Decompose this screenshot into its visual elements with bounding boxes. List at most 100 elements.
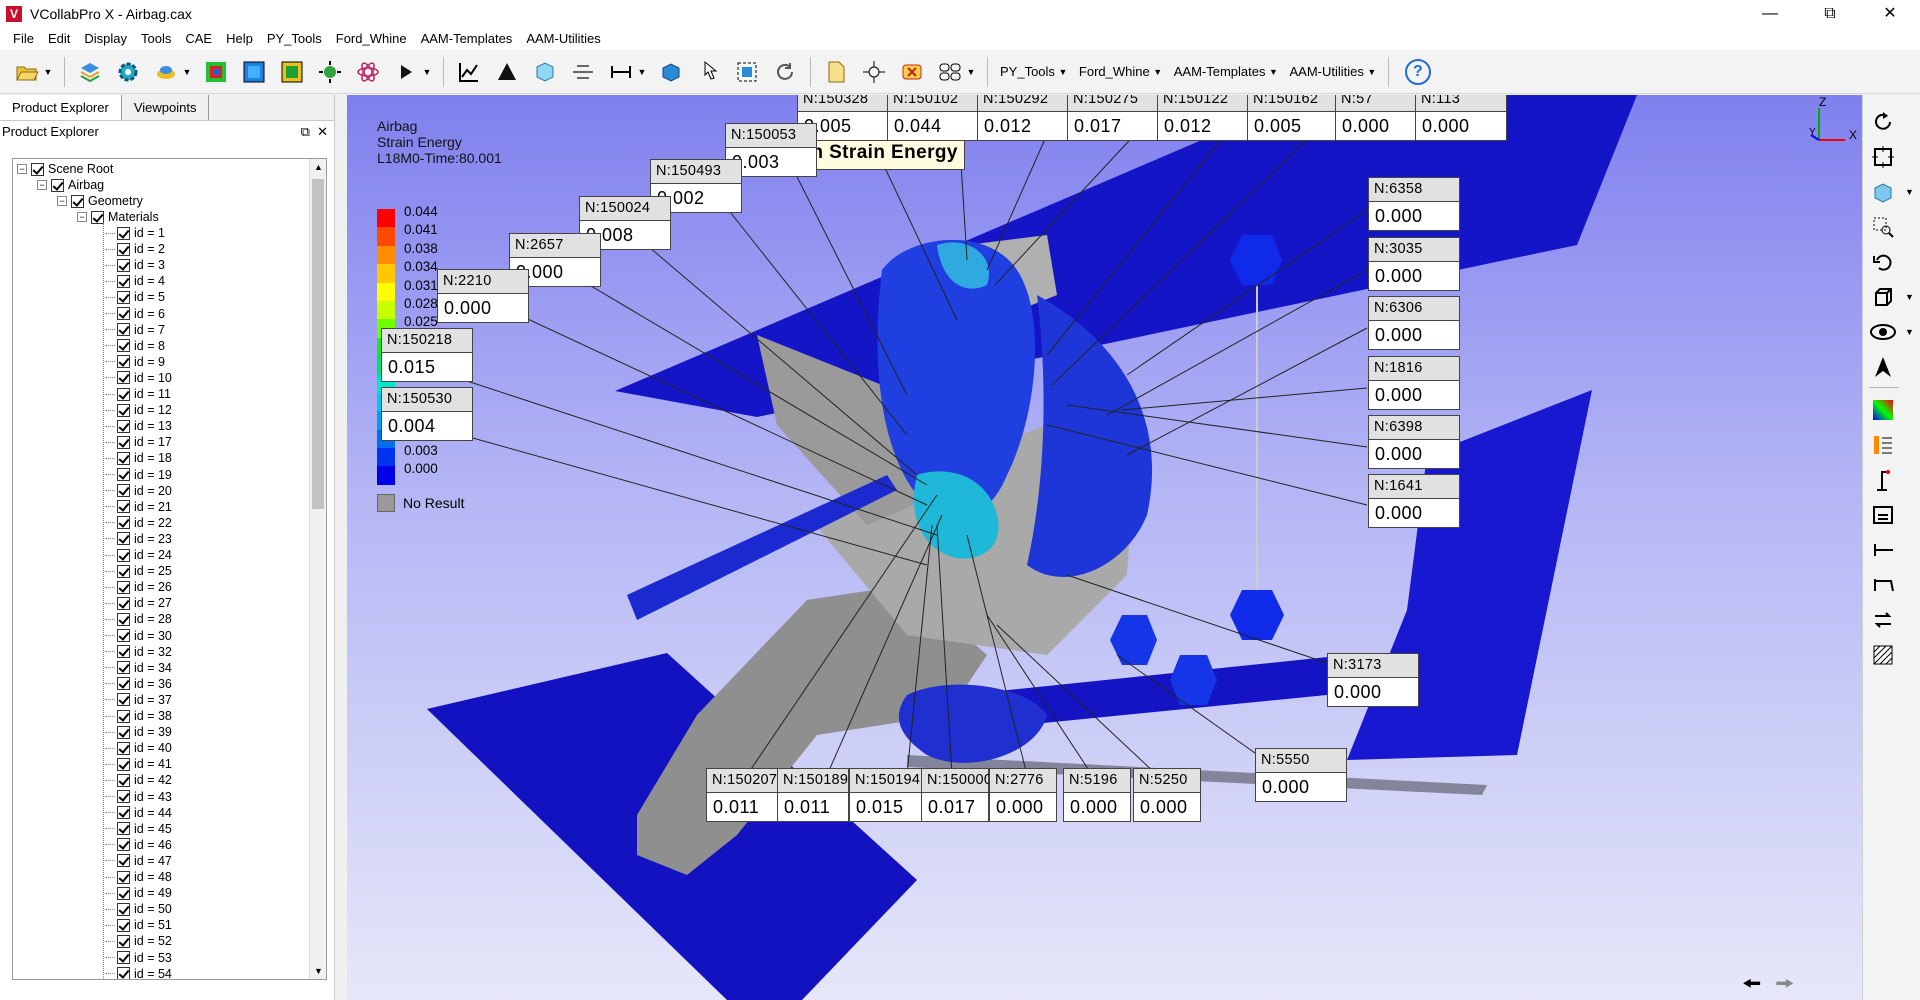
tree-node-material[interactable]: id = 53 [105, 950, 172, 966]
tree-node-material[interactable]: id = 6 [105, 306, 165, 322]
node-probe-label[interactable]: N:1641 0.000 [1368, 474, 1460, 528]
tree-node-material[interactable]: id = 52 [105, 933, 172, 949]
iso-view-icon[interactable] [1863, 175, 1903, 209]
xy-plot-icon[interactable] [454, 57, 484, 87]
menu-tools[interactable]: Tools [134, 28, 178, 50]
node-probe-label[interactable]: N:150189 0.011 [777, 768, 849, 822]
contour-icon[interactable] [201, 57, 231, 87]
checkbox[interactable] [117, 629, 130, 642]
tree-node-material[interactable]: id = 24 [105, 547, 172, 563]
probe-marker-icon[interactable] [1863, 463, 1903, 497]
zoom-box-icon[interactable] [1863, 210, 1903, 244]
tab-product-explorer[interactable]: Product Explorer [0, 95, 122, 120]
node-probe-label[interactable]: N:150000 0.017 [921, 768, 992, 822]
close-icon[interactable]: ✕ [1860, 0, 1920, 28]
display-mode-icon[interactable] [151, 57, 181, 87]
tree-node-material[interactable]: id = 50 [105, 901, 172, 917]
tree-node-material[interactable]: id = 42 [105, 772, 172, 788]
menu-py-tools[interactable]: PY_Tools [260, 28, 329, 50]
cube-icon[interactable] [530, 57, 560, 87]
color-map-icon[interactable] [1863, 393, 1903, 427]
checkbox[interactable] [117, 870, 130, 884]
checkbox[interactable] [117, 967, 130, 979]
tab-viewpoints[interactable]: Viewpoints [122, 95, 210, 120]
tree-node-material[interactable]: id = 40 [105, 740, 172, 756]
delete-icon[interactable] [897, 57, 927, 87]
virus-icon[interactable] [315, 57, 345, 87]
tree-node-material[interactable]: id = 34 [105, 660, 172, 676]
node-probe-label[interactable]: N:6306 0.000 [1368, 296, 1460, 350]
collapse-icon[interactable]: − [77, 212, 87, 222]
tree-node-material[interactable]: id = 44 [105, 805, 172, 821]
py-tools-dropdown[interactable]: PY_Tools [994, 64, 1061, 79]
node-probe-label[interactable]: N:5250 0.000 [1133, 768, 1201, 822]
checkbox[interactable] [117, 790, 130, 803]
chevron-down-icon[interactable]: ▼ [1267, 67, 1279, 77]
node-probe-label[interactable]: N:150530 0.004 [381, 387, 473, 441]
box-view-icon[interactable] [1863, 280, 1903, 314]
iso-surface-icon[interactable] [277, 57, 307, 87]
minimize-icon[interactable]: — [1740, 0, 1800, 28]
node-probe-label[interactable]: N:150275 0.017 [1067, 95, 1159, 141]
checkbox[interactable] [117, 661, 130, 675]
tree-node-material[interactable]: id = 11 [105, 386, 171, 402]
checkbox[interactable] [117, 645, 130, 659]
layers-icon[interactable] [75, 57, 105, 87]
checkbox[interactable] [117, 387, 130, 401]
tree-node-material[interactable]: id = 17 [105, 434, 172, 450]
node-probe-label[interactable]: N:150102 0.044 [887, 95, 979, 141]
checkbox[interactable] [117, 484, 130, 498]
menu-aam-templates[interactable]: AAM-Templates [414, 28, 520, 50]
tree-node-material[interactable]: id = 13 [105, 418, 172, 434]
chevron-down-icon[interactable]: ▼ [636, 67, 648, 77]
checkbox[interactable] [117, 532, 130, 546]
checkbox[interactable] [117, 951, 130, 964]
collapse-icon[interactable]: − [17, 164, 27, 174]
checkbox[interactable] [117, 773, 130, 787]
node-probe-label[interactable]: N:3035 0.000 [1368, 237, 1460, 291]
tree-node-material[interactable]: id = 2 [105, 241, 165, 257]
node-probe-label[interactable]: N:113 0.000 [1415, 95, 1507, 141]
tree-node-material[interactable]: id = 18 [105, 450, 172, 466]
open-file-icon[interactable] [12, 57, 42, 87]
checkbox[interactable] [117, 419, 130, 433]
checkbox[interactable] [117, 242, 130, 256]
menu-help[interactable]: Help [219, 28, 260, 50]
node-probe-label[interactable]: N:150218 0.015 [381, 328, 473, 382]
note-icon[interactable] [1863, 498, 1903, 532]
chevron-down-icon[interactable]: ▼ [181, 67, 193, 77]
ford-whine-dropdown[interactable]: Ford_Whine [1073, 64, 1156, 79]
tree-node-material[interactable]: id = 10 [105, 370, 172, 386]
help-icon[interactable]: ? [1404, 58, 1431, 85]
chevron-down-icon[interactable]: ▼ [1905, 327, 1914, 337]
checkbox[interactable] [31, 162, 44, 176]
restore-icon[interactable]: ⧉ [1800, 0, 1860, 28]
tree-node-geometry[interactable]: − Geometry [57, 193, 143, 209]
pick-icon[interactable] [694, 57, 724, 87]
tree-node-material[interactable]: id = 26 [105, 579, 172, 595]
collapse-icon[interactable]: − [37, 180, 47, 190]
tree-node-material[interactable]: id = 49 [105, 885, 172, 901]
legend-icon[interactable] [1863, 428, 1903, 462]
pointer-arrow-icon[interactable] [1863, 350, 1903, 384]
chevron-down-icon[interactable]: ▼ [1152, 67, 1164, 77]
checkbox[interactable] [117, 258, 130, 272]
arrow-left-icon[interactable]: 🠘 [1742, 967, 1761, 1000]
close-panel-icon[interactable]: ✕ [317, 124, 328, 139]
chevron-down-icon[interactable]: ▼ [965, 67, 977, 77]
chevron-down-icon[interactable]: ▼ [1905, 292, 1914, 302]
checkbox[interactable] [117, 854, 130, 868]
tree-node-material[interactable]: id = 51 [105, 917, 172, 933]
distance-icon[interactable] [1863, 533, 1903, 567]
checkbox[interactable] [117, 757, 130, 771]
flip-icon[interactable] [1863, 603, 1903, 637]
tree-node-material[interactable]: id = 36 [105, 676, 172, 692]
tree-node-material[interactable]: id = 41 [105, 756, 172, 772]
menu-edit[interactable]: Edit [41, 28, 77, 50]
checkbox[interactable] [117, 548, 130, 562]
tree-node-material[interactable]: id = 23 [105, 531, 172, 547]
checkbox[interactable] [117, 290, 130, 304]
tree-node-material[interactable]: id = 46 [105, 837, 172, 853]
tree-node-material[interactable]: id = 21 [105, 499, 172, 515]
node-probe-label[interactable]: N:3173 0.000 [1327, 653, 1419, 707]
